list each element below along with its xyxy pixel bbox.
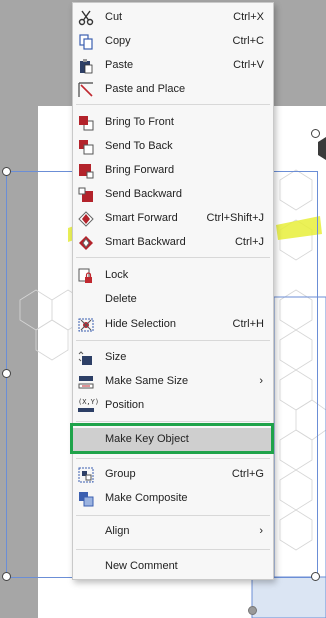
menu-item-copy[interactable]: Copy Ctrl+C xyxy=(73,30,273,54)
menu-separator xyxy=(76,340,270,341)
menu-item-label: Cut xyxy=(105,11,123,23)
menu-separator xyxy=(76,515,270,516)
menu-item-delete[interactable]: Delete xyxy=(73,288,273,312)
menu-item-label: Size xyxy=(105,351,127,363)
menu-item-send-to-back[interactable]: Send To Back xyxy=(73,135,273,159)
make-same-size-icon xyxy=(78,376,94,389)
menu-item-label: Make Composite xyxy=(105,492,188,504)
menu-item-smart-backward[interactable]: Smart Backward Ctrl+J xyxy=(73,231,273,255)
menu-item-label: New Comment xyxy=(105,560,178,572)
menu-item-new-comment[interactable]: New Comment xyxy=(73,555,273,579)
copy-icon xyxy=(79,34,93,50)
resize-handle-top-right[interactable] xyxy=(311,129,320,138)
menu-item-hide-selection[interactable]: Hide Selection Ctrl+H xyxy=(73,313,273,337)
menu-item-shortcut: Ctrl+J xyxy=(234,236,264,248)
scissors-icon xyxy=(78,10,94,26)
menu-separator xyxy=(76,458,270,459)
menu-item-label: Delete xyxy=(105,293,137,305)
menu-item-bring-forward[interactable]: Bring Forward xyxy=(73,159,273,183)
paste-icon xyxy=(80,59,93,74)
resize-handle-bottom-right[interactable] xyxy=(311,572,320,581)
menu-item-paste-and-place[interactable]: Paste and Place xyxy=(73,78,273,102)
menu-item-label: Make Same Size xyxy=(105,375,189,387)
submenu-arrow-icon: › xyxy=(259,375,263,387)
menu-item-label: Bring Forward xyxy=(105,164,175,176)
smart-backward-icon xyxy=(79,236,93,250)
resize-handle-middle-left[interactable] xyxy=(2,369,11,378)
size-icon xyxy=(78,351,92,365)
send-to-back-icon xyxy=(79,140,94,155)
menu-item-shortcut: Ctrl+X xyxy=(233,11,264,23)
rotate-handle[interactable] xyxy=(248,606,257,615)
submenu-arrow-icon: › xyxy=(259,525,263,537)
menu-item-make-composite[interactable]: Make Composite xyxy=(73,487,273,511)
send-backward-icon xyxy=(78,187,93,202)
menu-item-paste[interactable]: Paste Ctrl+V xyxy=(73,54,273,78)
menu-separator xyxy=(76,421,270,422)
menu-item-cut[interactable]: Cut Ctrl+X xyxy=(73,6,273,30)
bring-forward-icon xyxy=(79,164,94,179)
menu-item-label: Position xyxy=(105,399,145,411)
menu-item-shortcut: Ctrl+G xyxy=(231,468,264,480)
menu-item-label: Send Backward xyxy=(105,188,183,200)
paste-place-icon xyxy=(78,82,93,97)
menu-item-label: Align xyxy=(105,525,130,537)
menu-item-shortcut: Ctrl+H xyxy=(232,318,264,330)
menu-item-size[interactable]: Size xyxy=(73,346,273,370)
resize-handle-top-left[interactable] xyxy=(2,167,11,176)
context-menu: Cut Ctrl+X Copy Ctrl+C Paste Ctrl+V Past… xyxy=(72,2,274,580)
menu-separator xyxy=(76,104,270,105)
position-xy-icon: (X,Y) xyxy=(78,398,99,414)
menu-separator xyxy=(76,549,270,550)
bring-to-front-icon xyxy=(79,116,94,131)
menu-item-make-same-size[interactable]: Make Same Size › xyxy=(73,370,273,394)
menu-item-label: Smart Forward xyxy=(105,212,178,224)
focus-highlight-box xyxy=(70,423,274,454)
lock-icon xyxy=(78,268,92,283)
menu-item-send-backward[interactable]: Send Backward xyxy=(73,183,273,207)
smart-forward-icon xyxy=(78,211,94,227)
menu-item-bring-to-front[interactable]: Bring To Front xyxy=(73,111,273,135)
menu-item-label: Smart Backward xyxy=(105,236,186,248)
menu-item-label: Copy xyxy=(105,35,131,47)
position-xy-icon-text: (X,Y) xyxy=(78,398,100,406)
menu-separator xyxy=(76,257,270,258)
menu-item-label: Paste and Place xyxy=(105,83,186,95)
menu-item-smart-forward[interactable]: Smart Forward Ctrl+Shift+J xyxy=(73,207,273,231)
hide-selection-icon xyxy=(78,318,94,332)
menu-item-align[interactable]: Align › xyxy=(73,520,273,544)
make-composite-icon xyxy=(79,492,94,507)
menu-item-shortcut: Ctrl+V xyxy=(233,59,264,71)
menu-item-label: Lock xyxy=(105,269,129,281)
menu-item-group[interactable]: Group Ctrl+G xyxy=(73,463,273,487)
menu-item-label: Group xyxy=(105,468,136,480)
resize-handle-bottom-left[interactable] xyxy=(2,572,11,581)
group-icon xyxy=(78,467,94,483)
menu-item-label: Send To Back xyxy=(105,140,173,152)
menu-item-label: Bring To Front xyxy=(105,116,174,128)
menu-item-shortcut: Ctrl+Shift+J xyxy=(206,212,264,224)
menu-item-lock[interactable]: Lock xyxy=(73,264,273,288)
menu-item-shortcut: Ctrl+C xyxy=(232,35,264,47)
menu-item-position[interactable]: (X,Y) Position xyxy=(73,394,273,418)
menu-item-label: Paste xyxy=(105,59,134,71)
menu-item-label: Hide Selection xyxy=(105,318,176,330)
